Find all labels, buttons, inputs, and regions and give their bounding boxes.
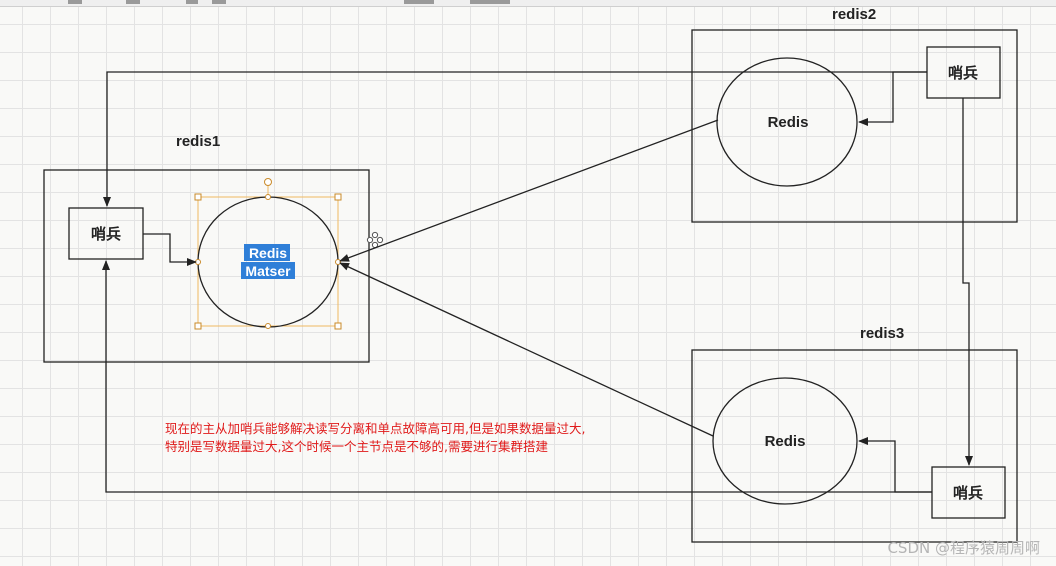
redis-master-label-line2: Matser <box>245 263 291 279</box>
resize-handle-nw[interactable] <box>194 193 202 201</box>
group-redis1-label: redis1 <box>176 133 220 150</box>
group-redis2-box[interactable] <box>691 29 1018 223</box>
connection-point-right[interactable] <box>335 259 341 265</box>
group-redis3-label: redis3 <box>860 325 904 342</box>
connector-sentinel3-to-sentinel1[interactable] <box>102 260 932 493</box>
connector-redis2-to-master[interactable] <box>339 119 719 262</box>
connector-sentinel1-to-master[interactable] <box>143 233 197 266</box>
connector-sentinel2-to-sentinel1[interactable] <box>103 71 927 207</box>
connection-point-top[interactable] <box>265 194 271 200</box>
resize-handle-ne[interactable] <box>334 193 342 201</box>
redis-master-label-line1: Redis <box>249 245 287 261</box>
resize-handle-se[interactable] <box>334 322 342 330</box>
connector-sentinel3-to-redis3[interactable] <box>858 437 932 493</box>
redis-slave-3-label: Redis <box>765 433 806 450</box>
group-redis1-box[interactable] <box>43 169 370 363</box>
connection-point-left[interactable] <box>195 259 201 265</box>
redis-slave-2-label: Redis <box>768 114 809 131</box>
resize-handle-sw[interactable] <box>194 322 202 330</box>
group-redis2-label: redis2 <box>832 6 876 23</box>
connector-redis3-to-master[interactable] <box>339 262 714 437</box>
diagram-canvas: redis1 redis2 redis3 哨兵 哨兵 哨兵 Redis Redi… <box>43 6 1018 543</box>
annotation-note-line1: 现在的主从加哨兵能够解决读写分离和单点故障高可用,但是如果数据量过大, <box>165 421 586 436</box>
connector-sentinel2-to-sentinel3[interactable] <box>962 98 973 466</box>
rotate-handle[interactable] <box>264 178 272 186</box>
connection-point-bottom[interactable] <box>265 323 271 329</box>
sentinel-3-label: 哨兵 <box>953 484 983 502</box>
group-redis3-box[interactable] <box>691 349 1018 543</box>
connector-sentinel2-to-redis2[interactable] <box>858 71 927 126</box>
sentinel-1-label: 哨兵 <box>91 225 121 243</box>
watermark: CSDN @程序猿周周啊 <box>887 539 1040 557</box>
annotation-note-line2: 特别是写数据量过大,这个时候一个主节点是不够的,需要进行集群搭建 <box>165 439 548 454</box>
annotation-note: 现在的主从加哨兵能够解决读写分离和单点故障高可用,但是如果数据量过大, 特别是写… <box>165 420 665 456</box>
sentinel-2-label: 哨兵 <box>948 64 978 82</box>
